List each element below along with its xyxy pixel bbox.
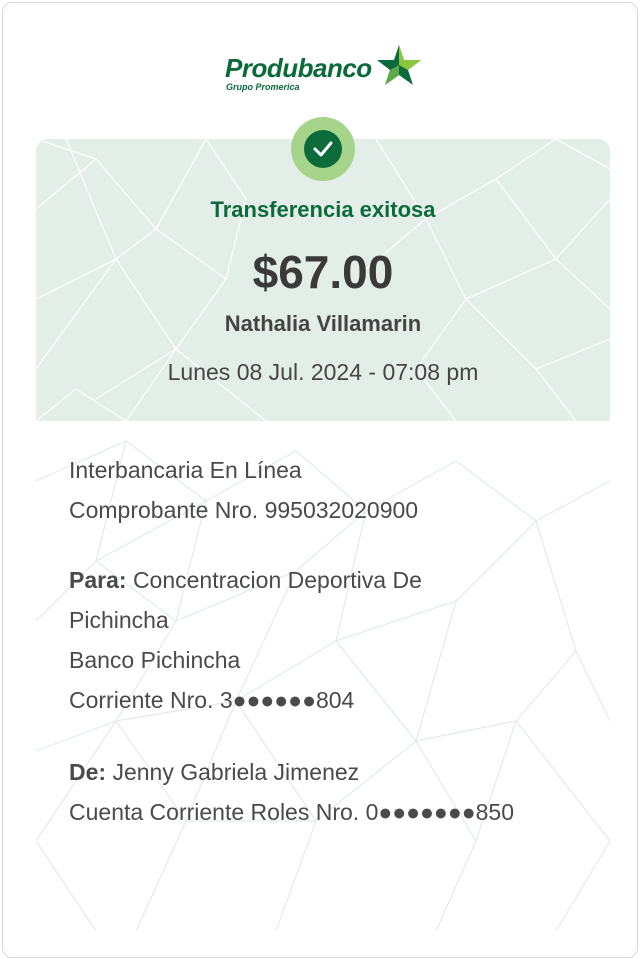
to-name-line2: Pichincha <box>69 607 169 633</box>
transfer-amount: $67.00 <box>252 246 394 298</box>
star-logo-icon <box>377 45 421 85</box>
receipt-header: Transferencia exitosa $67.00 Nathalia Vi… <box>36 139 610 421</box>
voucher-number: Comprobante Nro. 995032020900 <box>69 497 419 523</box>
receipt-details: Interbancaria En Línea Comprobante Nro. … <box>36 421 610 931</box>
to-line: Para: Concentracion Deportiva De <box>69 567 422 594</box>
logo-wordmark: Produbanco <box>225 53 372 83</box>
status-title: Transferencia exitosa <box>210 197 436 222</box>
check-circle-icon <box>304 130 342 168</box>
to-bank: Banco Pichincha <box>69 647 241 673</box>
recipient-name: Nathalia Villamarin <box>224 311 422 336</box>
transfer-type: Interbancaria En Línea <box>69 457 302 483</box>
from-line: De: Jenny Gabriela Jimenez <box>69 759 359 786</box>
produbanco-logo: Produbanco Grupo Promerica <box>225 43 425 95</box>
from-label: De: <box>69 759 107 785</box>
receipt-card: Transferencia exitosa $67.00 Nathalia Vi… <box>36 139 610 931</box>
receipt-frame: Produbanco Grupo Promerica Transferencia… <box>2 2 638 958</box>
success-badge <box>291 117 355 181</box>
to-name-line1: Concentracion Deportiva De <box>132 567 422 593</box>
transfer-datetime: Lunes 08 Jul. 2024 - 07:08 pm <box>167 359 479 385</box>
from-name: Jenny Gabriela Jimenez <box>112 759 360 785</box>
to-account: Corriente Nro. 3●●●●●●804 <box>69 687 355 713</box>
to-label: Para: <box>69 567 127 593</box>
from-account: Cuenta Corriente Roles Nro. 0●●●●●●●850 <box>69 799 514 825</box>
logo-subtitle: Grupo Promerica <box>226 82 300 92</box>
check-icon <box>313 141 333 157</box>
